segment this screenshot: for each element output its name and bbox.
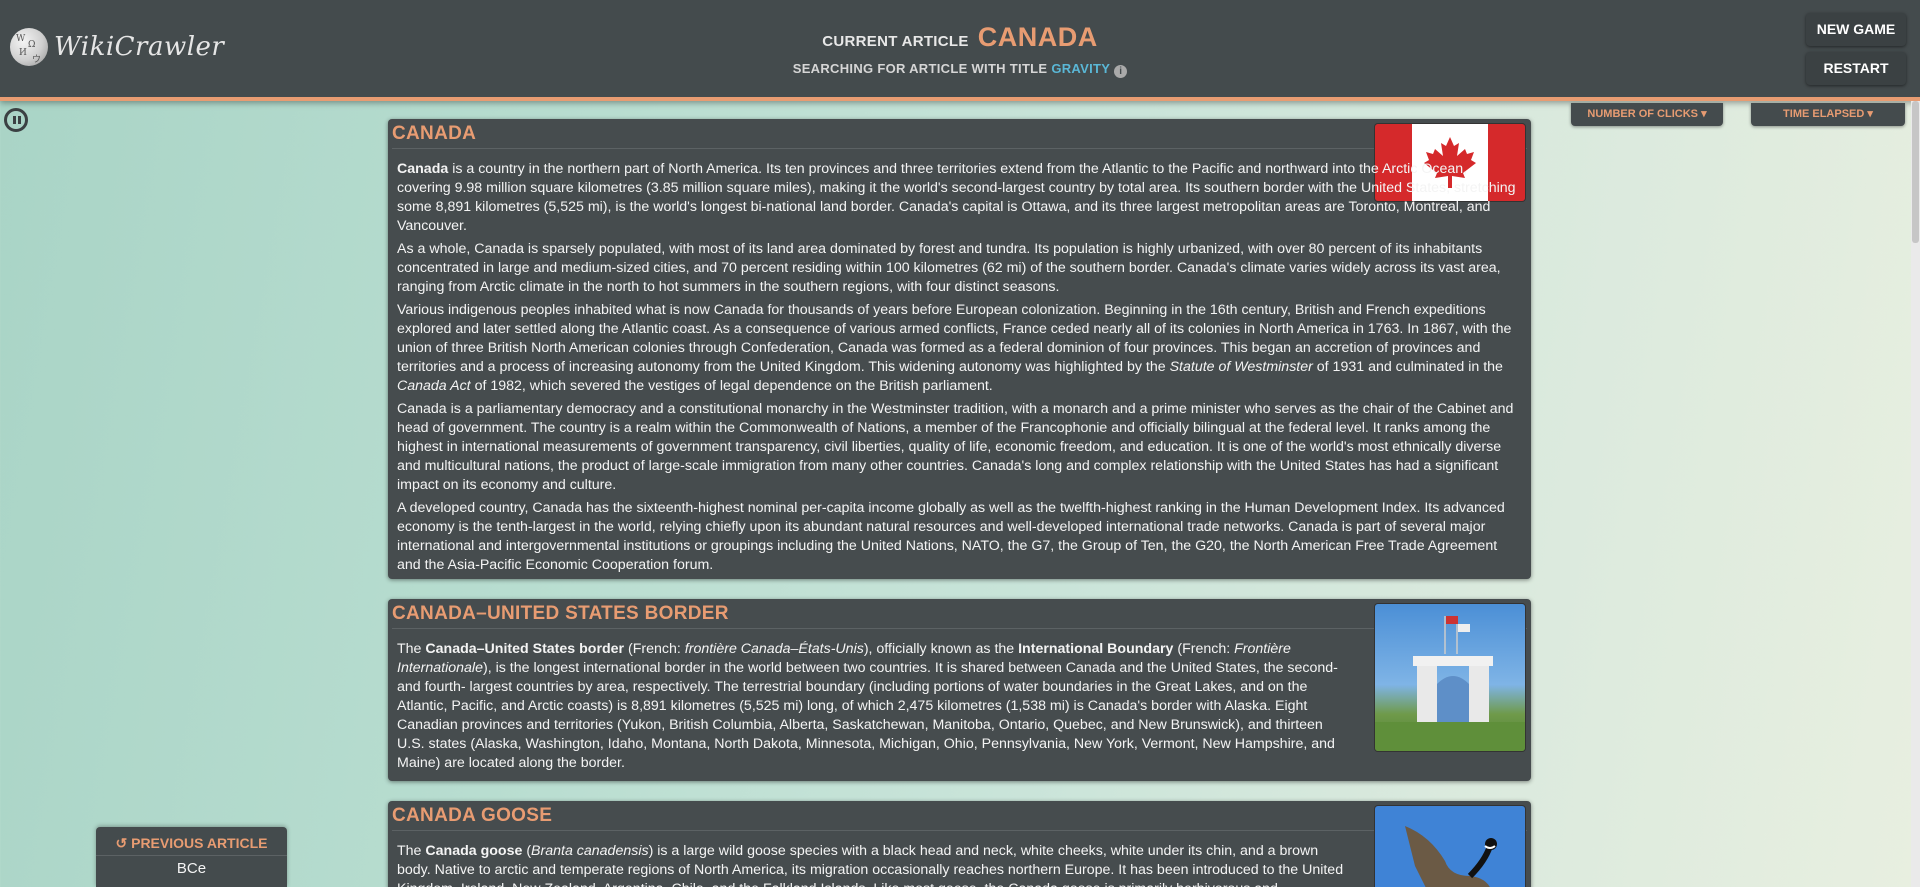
article-text: (French: bbox=[1173, 641, 1235, 657]
article-paragraph: The Canada–United States border (French:… bbox=[397, 640, 1351, 773]
article-paragraph: A developed country, Canada has the sixt… bbox=[397, 500, 1505, 573]
article-text: of 1982, which severed the vestiges of l… bbox=[470, 378, 993, 394]
previous-article-title[interactable]: BCe bbox=[96, 857, 287, 881]
previous-article-panel[interactable]: ↺ PREVIOUS ARTICLE BCe bbox=[96, 827, 287, 887]
article-card-body: Canada is a country in the northern part… bbox=[397, 160, 1519, 579]
article-text: is a country in the northern part of Nor… bbox=[397, 161, 1516, 234]
time-elapsed-label: TIME ELAPSED bbox=[1783, 108, 1865, 120]
article-text: ( bbox=[522, 843, 532, 859]
info-icon[interactable]: i bbox=[1114, 65, 1128, 78]
article-card-title: CANADA bbox=[392, 123, 477, 144]
italic-term: frontière Canada–États-Unis bbox=[684, 641, 864, 657]
bold-term: Canada–United States border bbox=[425, 641, 625, 657]
article-paragraph: Canada is a country in the northern part… bbox=[397, 160, 1519, 236]
number-of-clicks-label: NUMBER OF CLICKS bbox=[1587, 108, 1698, 120]
article-text: ), is the longest international border i… bbox=[397, 660, 1338, 771]
article-card-body: The Canada–United States border (French:… bbox=[397, 640, 1351, 777]
caret-down-icon: ▾ bbox=[1701, 108, 1707, 120]
bold-term: International Boundary bbox=[1018, 641, 1174, 657]
italic-term: Branta canadensis bbox=[531, 843, 649, 859]
article-text: The bbox=[397, 843, 426, 859]
pause-icon[interactable] bbox=[4, 108, 28, 132]
current-article-title: CANADA bbox=[977, 22, 1098, 52]
previous-article-header[interactable]: ↺ PREVIOUS ARTICLE bbox=[96, 831, 287, 856]
undo-icon: ↺ bbox=[115, 835, 128, 851]
search-target: SEARCHING FOR ARTICLE WITH TITLE GRAVITY… bbox=[0, 61, 1920, 78]
article-paragraph: Various indigenous peoples inhabited wha… bbox=[397, 301, 1519, 396]
bold-term: Canada goose bbox=[425, 843, 523, 859]
top-bar: WΩИウ WikiCrawler CURRENT ARTICLE CANADA … bbox=[0, 0, 1920, 101]
restart-button[interactable]: RESTART bbox=[1806, 52, 1906, 85]
divider bbox=[392, 148, 1527, 149]
canada-goose-image bbox=[1375, 806, 1525, 887]
caret-down-icon: ▾ bbox=[1867, 108, 1873, 120]
peace-arch-image bbox=[1375, 604, 1525, 751]
article-card[interactable]: CANADA–UNITED STATES BORDER The Canada–U… bbox=[388, 599, 1531, 781]
time-elapsed-dropdown[interactable]: TIME ELAPSED ▾ bbox=[1751, 103, 1905, 126]
italic-term: Statute of Westminster bbox=[1169, 359, 1313, 375]
new-game-button[interactable]: NEW GAME bbox=[1806, 13, 1906, 46]
article-paragraph: Canada is a parliamentary democracy and … bbox=[397, 401, 1514, 493]
article-card[interactable]: CANADA Canada is a country in the northe… bbox=[388, 119, 1531, 579]
divider bbox=[392, 628, 1527, 629]
search-target-label: SEARCHING FOR ARTICLE WITH TITLE bbox=[792, 61, 1048, 76]
divider bbox=[392, 830, 1527, 831]
article-card-title: CANADA–UNITED STATES BORDER bbox=[392, 603, 729, 624]
number-of-clicks-dropdown[interactable]: NUMBER OF CLICKS ▾ bbox=[1571, 103, 1723, 126]
article-card[interactable]: CANADA GOOSE The Canada goose (Branta ca… bbox=[388, 801, 1531, 887]
article-text: The bbox=[397, 641, 426, 657]
scrollbar[interactable] bbox=[1911, 101, 1920, 887]
current-article-label: CURRENT ARTICLE bbox=[822, 33, 969, 50]
bold-term: Canada bbox=[397, 161, 449, 177]
current-article: CURRENT ARTICLE CANADA bbox=[0, 22, 1920, 53]
italic-term: Canada Act bbox=[397, 378, 471, 394]
previous-article-label: PREVIOUS ARTICLE bbox=[131, 835, 268, 851]
article-card-body: The Canada goose (Branta canadensis) is … bbox=[397, 842, 1351, 887]
article-card-title: CANADA GOOSE bbox=[392, 805, 553, 826]
article-text: ), officially known as the bbox=[863, 641, 1019, 657]
article-paragraph: As a whole, Canada is sparsely populated… bbox=[397, 241, 1501, 295]
article-text: (French: bbox=[624, 641, 685, 657]
target-article-title: GRAVITY bbox=[1051, 61, 1111, 76]
scrollbar-thumb[interactable] bbox=[1912, 101, 1919, 243]
article-text: of 1931 and culminated in the bbox=[1312, 359, 1503, 375]
article-paragraph: The Canada goose (Branta canadensis) is … bbox=[397, 842, 1351, 887]
